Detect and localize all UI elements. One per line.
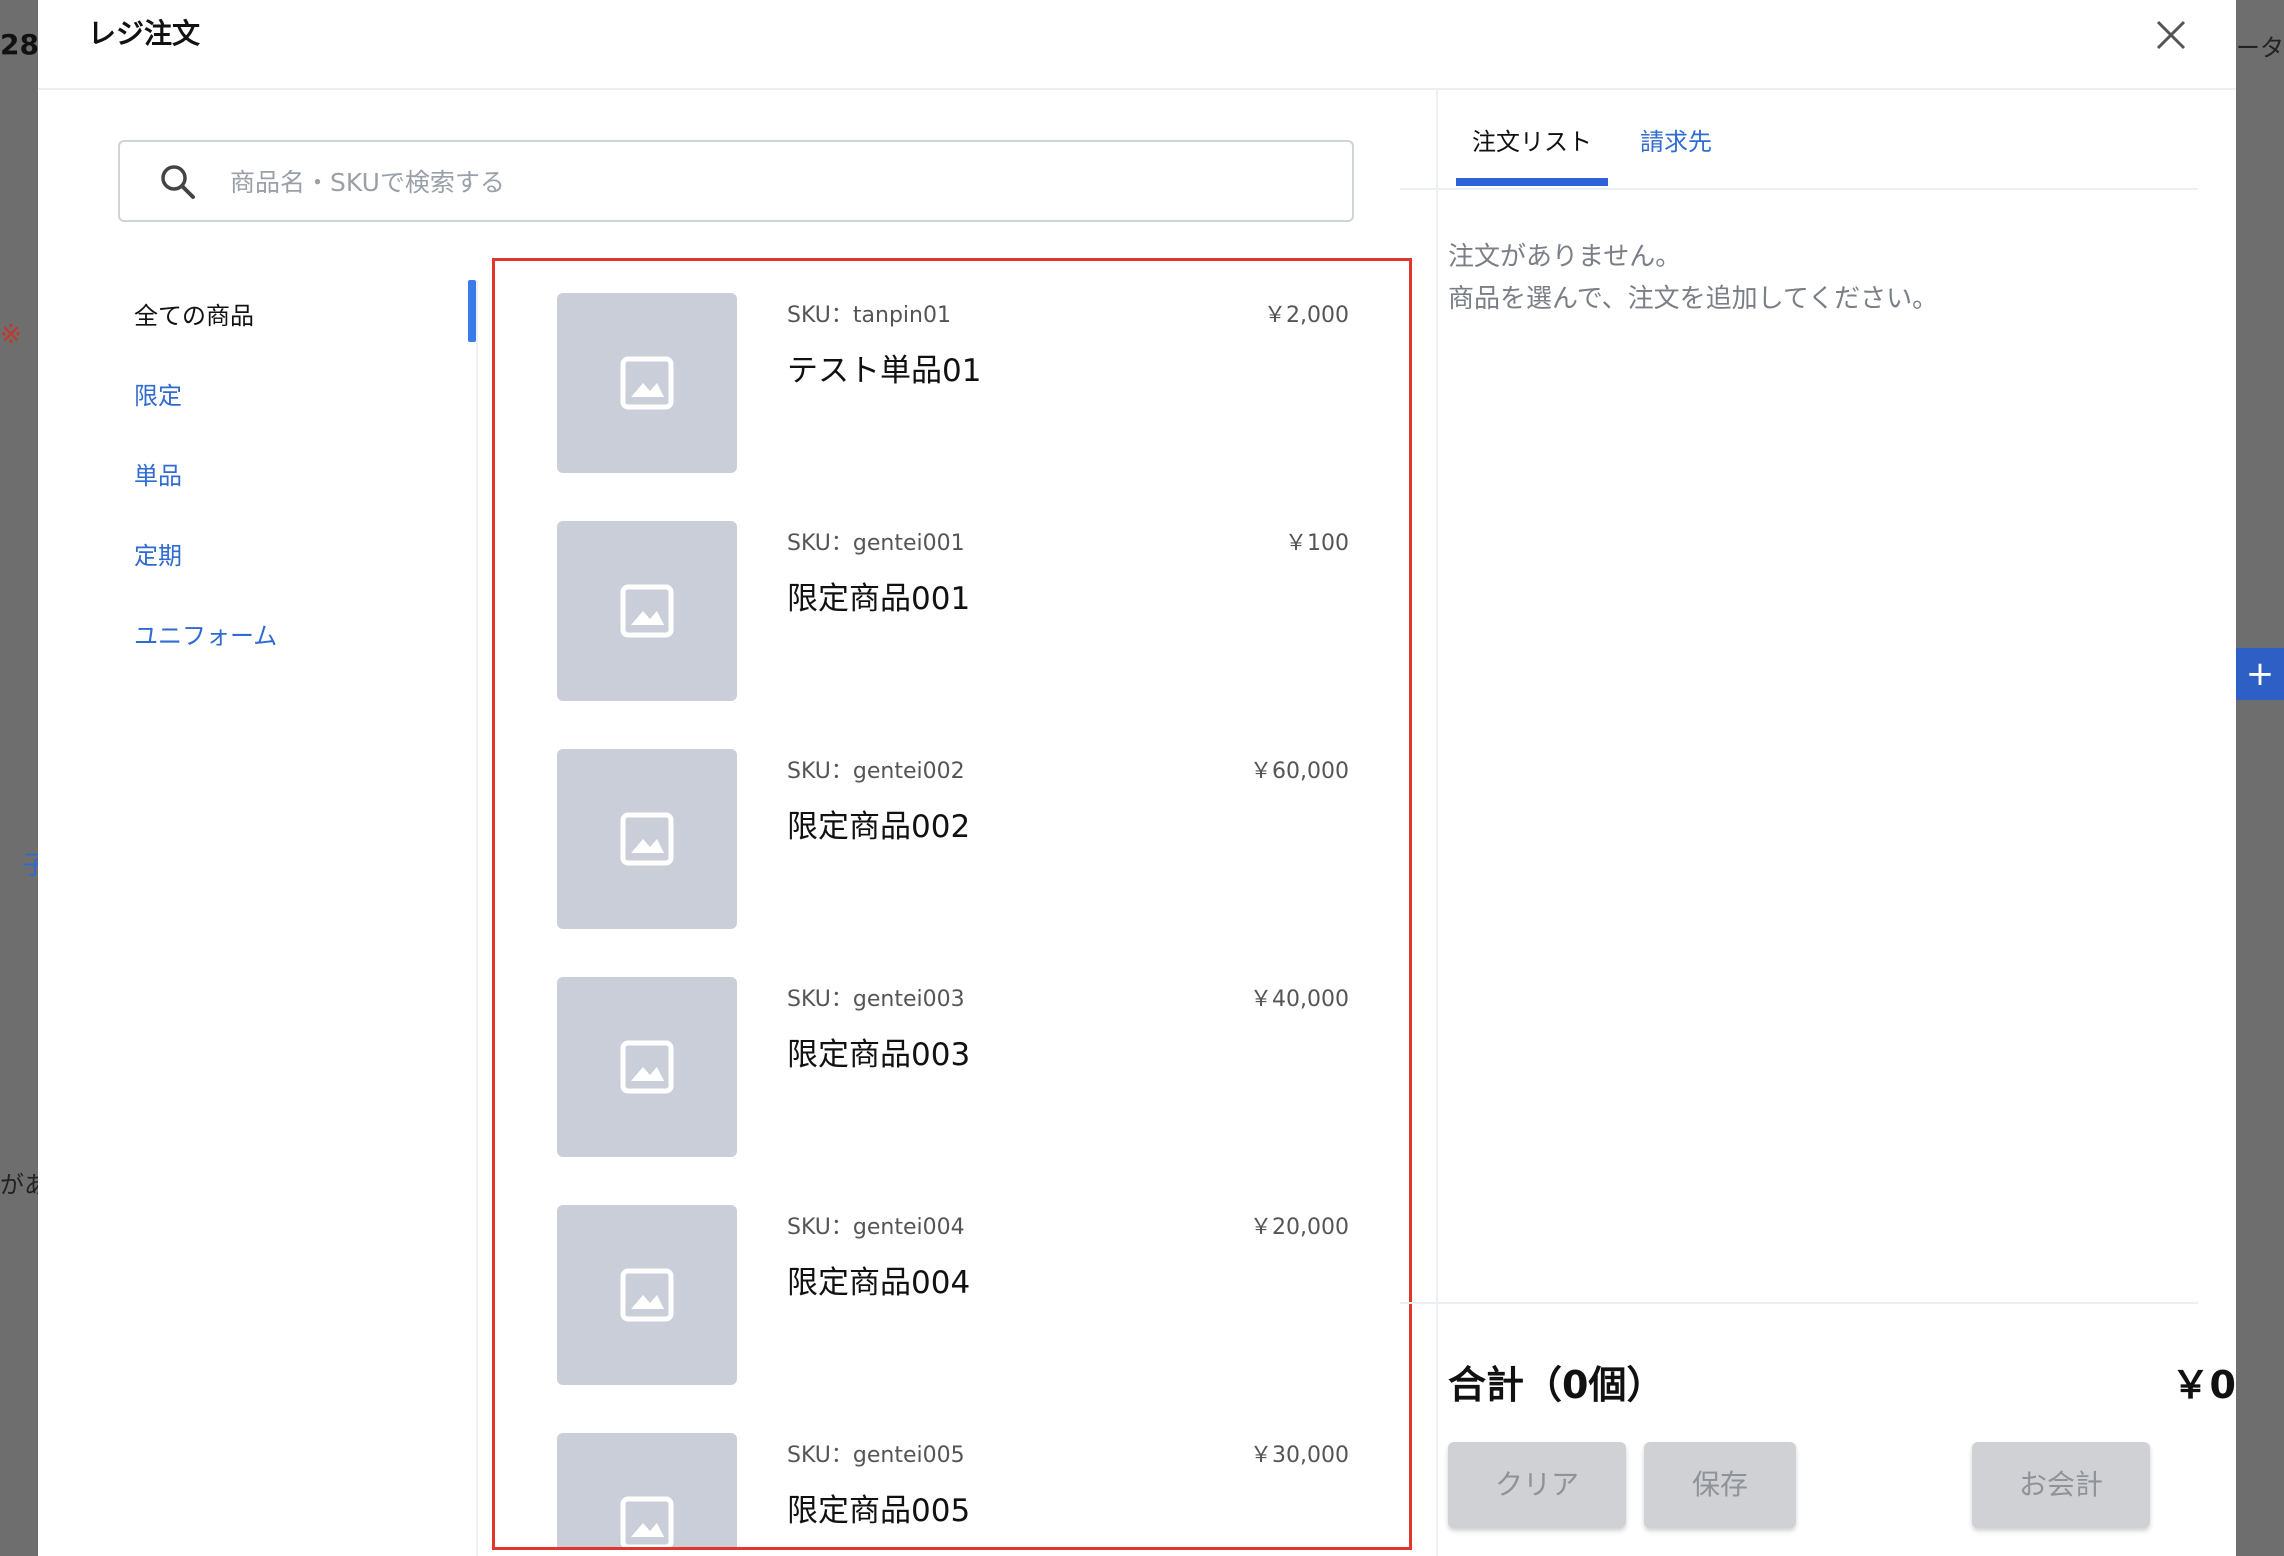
product-list: SKU：tanpin01 ￥2,000 テスト単品01 SKU：gentei00… — [492, 258, 1412, 1550]
product-thumbnail — [557, 1205, 737, 1385]
product-item[interactable]: SKU：tanpin01 ￥2,000 テスト単品01 — [495, 261, 1409, 489]
product-item[interactable]: SKU：gentei001 ￥100 限定商品001 — [495, 489, 1409, 717]
product-thumbnail — [557, 749, 737, 929]
image-placeholder-icon — [620, 1496, 674, 1547]
product-price: ￥60,000 — [1250, 759, 1349, 784]
checkout-button[interactable]: お会計 — [1972, 1442, 2150, 1528]
product-thumbnail — [557, 1433, 737, 1547]
save-button[interactable]: 保存 — [1644, 1442, 1796, 1528]
register-order-modal: レジ注文 全ての商品 限定 単品 定期 ユニフォーム SKU：tanpin01 … — [38, 0, 2236, 1556]
product-item[interactable]: SKU：gentei005 ￥30,000 限定商品005 — [495, 1401, 1409, 1547]
active-tab-underline — [1456, 178, 1608, 186]
product-thumbnail — [557, 977, 737, 1157]
product-sku: SKU：gentei002 — [787, 759, 965, 784]
tab-order-list[interactable]: 注文リスト — [1472, 122, 1592, 157]
total-value: ￥0 — [2171, 1363, 2236, 1407]
product-item[interactable]: SKU：gentei003 ￥40,000 限定商品003 — [495, 945, 1409, 1173]
panel-divider — [1436, 88, 1438, 1556]
close-button[interactable] — [2146, 10, 2196, 60]
background-required-mark: ※ — [0, 320, 22, 350]
product-name: テスト単品01 — [787, 353, 982, 389]
product-sku: SKU：gentei004 — [787, 1215, 965, 1240]
clear-button[interactable]: クリア — [1448, 1442, 1626, 1528]
active-category-indicator — [468, 280, 476, 342]
empty-order-message: 注文がありません。 商品を選んで、注文を追加してください。 — [1448, 236, 1938, 320]
image-placeholder-icon — [620, 584, 674, 638]
category-single[interactable]: 単品 — [134, 456, 182, 491]
product-price: ￥40,000 — [1250, 987, 1349, 1012]
product-name: 限定商品002 — [787, 809, 971, 845]
image-placeholder-icon — [620, 1040, 674, 1094]
empty-message-line: 商品を選んで、注文を追加してください。 — [1448, 284, 1939, 314]
product-sku: SKU：gentei005 — [787, 1443, 965, 1468]
product-sku: SKU：tanpin01 — [787, 303, 951, 328]
background-add-button: + — [2236, 648, 2284, 700]
product-price: ￥2,000 — [1264, 303, 1349, 328]
image-placeholder-icon — [620, 1268, 674, 1322]
product-name: 限定商品001 — [787, 581, 971, 617]
product-thumbnail — [557, 521, 737, 701]
product-price: ￥100 — [1285, 531, 1349, 556]
product-sku: SKU：gentei001 — [787, 531, 965, 556]
category-uniform[interactable]: ユニフォーム — [134, 616, 277, 651]
total-label: 合計（0個） — [1448, 1363, 1665, 1407]
product-name: 限定商品005 — [787, 1493, 971, 1529]
summary-divider — [1400, 1302, 2198, 1304]
order-tabs: 注文リスト 請求先 — [1400, 88, 2198, 190]
category-all[interactable]: 全ての商品 — [134, 296, 254, 331]
product-sku: SKU：gentei003 — [787, 987, 965, 1012]
category-subscription[interactable]: 定期 — [134, 536, 182, 571]
product-item[interactable]: SKU：gentei004 ￥20,000 限定商品004 — [495, 1173, 1409, 1401]
search-input[interactable] — [228, 152, 1332, 212]
modal-title: レジ注文 — [88, 17, 201, 50]
product-name: 限定商品003 — [787, 1037, 971, 1073]
search-box — [118, 140, 1354, 222]
search-icon — [161, 165, 195, 199]
category-limited[interactable]: 限定 — [134, 376, 182, 411]
modal-header: レジ注文 — [38, 0, 2236, 90]
empty-message-line: 注文がありません。 — [1448, 242, 1682, 272]
product-name: 限定商品004 — [787, 1265, 971, 1301]
image-placeholder-icon — [620, 812, 674, 866]
product-price: ￥30,000 — [1250, 1443, 1349, 1468]
product-item[interactable]: SKU：gentei002 ￥60,000 限定商品002 — [495, 717, 1409, 945]
tab-billing[interactable]: 請求先 — [1640, 122, 1712, 157]
product-thumbnail — [557, 293, 737, 473]
image-placeholder-icon — [620, 356, 674, 410]
product-price: ￥20,000 — [1250, 1215, 1349, 1240]
background-status-text: ータス — [2236, 34, 2284, 62]
close-icon — [2156, 20, 2186, 50]
category-divider — [476, 280, 478, 1556]
